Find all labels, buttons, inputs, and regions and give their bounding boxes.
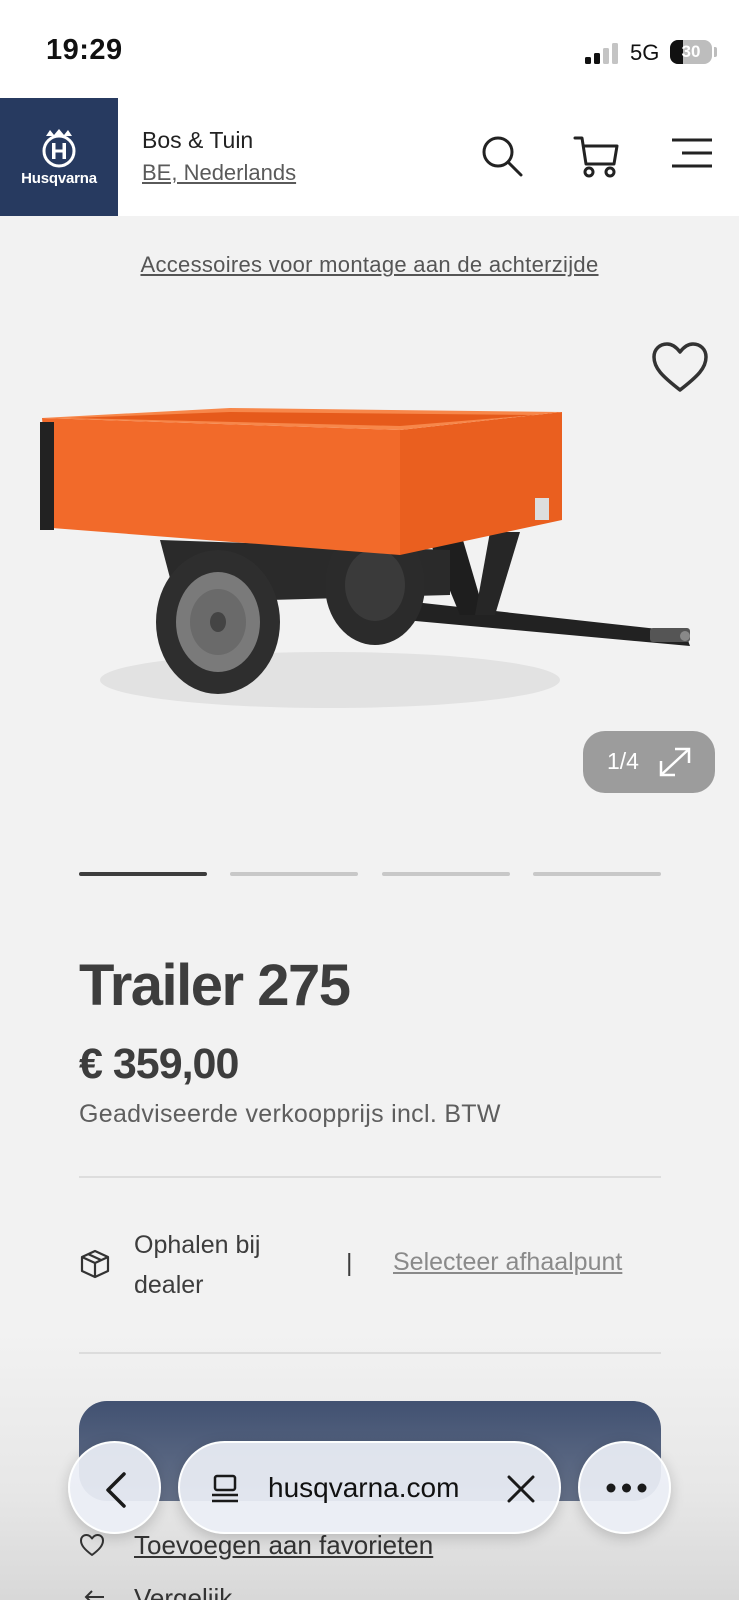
heart-outline-icon xyxy=(80,1534,104,1556)
product-image-trailer[interactable] xyxy=(30,400,710,730)
husqvarna-logo[interactable]: Husqvarna xyxy=(0,98,118,216)
heart-icon[interactable] xyxy=(650,340,710,396)
product-title: Trailer 275 xyxy=(79,953,351,1018)
pickup-option-label: Ophalen bij dealer xyxy=(134,1231,261,1299)
image-counter: 1/4 xyxy=(607,748,639,774)
search-icon[interactable] xyxy=(478,132,528,182)
tab-overview-icon xyxy=(212,1474,238,1503)
brand-name: Husqvarna xyxy=(21,170,97,187)
battery-icon: 30 xyxy=(670,40,712,64)
crown-h-logo-icon xyxy=(42,129,76,168)
more-options-icon xyxy=(606,1483,647,1493)
browser-more-button[interactable] xyxy=(578,1441,671,1534)
gallery-dot-3[interactable] xyxy=(382,872,510,876)
package-icon xyxy=(80,1249,110,1279)
add-to-favorites-link[interactable]: Toevoegen aan favorieten xyxy=(134,1530,433,1561)
category-link[interactable]: Accessoires voor montage aan de achterzi… xyxy=(0,252,739,278)
site-name: Bos & Tuin xyxy=(142,127,254,153)
pickup-separator: | xyxy=(346,1249,353,1277)
status-time: 19:29 xyxy=(46,34,123,66)
browser-url: husqvarna.com xyxy=(268,1472,460,1503)
expand-icon xyxy=(659,747,691,777)
gallery-dot-2[interactable] xyxy=(230,872,358,876)
signal-icon xyxy=(585,42,621,64)
cart-icon[interactable] xyxy=(572,132,622,182)
site-header: Husqvarna Bos & Tuin BE, Nederlands xyxy=(0,98,739,216)
gallery-pagination xyxy=(79,872,661,876)
browser-back-button[interactable] xyxy=(68,1441,161,1534)
network-type: 5G xyxy=(630,40,660,65)
compare-arrow-icon xyxy=(84,1590,104,1600)
gallery-dot-1[interactable] xyxy=(79,872,207,876)
divider xyxy=(79,1176,661,1178)
price-note: Geadviseerde verkoopprijs incl. BTW xyxy=(79,1100,501,1128)
battery-tip xyxy=(714,47,717,57)
select-pickup-point-link[interactable]: Selecteer afhaalpunt xyxy=(393,1248,622,1277)
gallery-dot-4[interactable] xyxy=(533,872,661,876)
gallery-counter[interactable]: 1/4 xyxy=(583,731,715,793)
divider xyxy=(79,1352,661,1354)
product-price: € 359,00 xyxy=(79,1040,239,1088)
locale-selector[interactable]: BE, Nederlands xyxy=(142,160,296,186)
chevron-left-icon xyxy=(106,1472,126,1508)
menu-icon[interactable] xyxy=(668,132,718,182)
compare-link[interactable]: Vergelijk xyxy=(134,1583,232,1600)
close-icon[interactable] xyxy=(506,1474,536,1504)
battery-level: 30 xyxy=(681,42,701,61)
status-bar: 19:29 5G 30 xyxy=(0,0,739,98)
browser-address-bar[interactable]: husqvarna.com xyxy=(178,1441,561,1534)
